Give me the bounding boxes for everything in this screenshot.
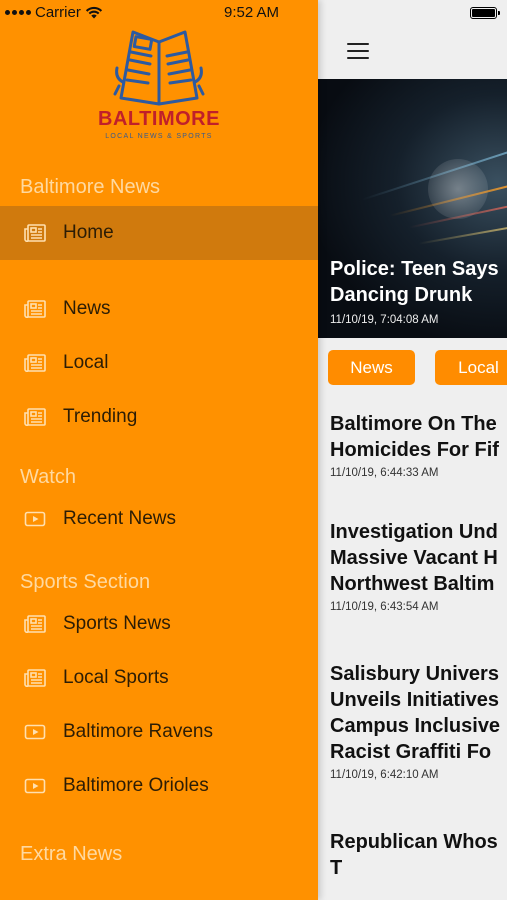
menu-item-label: Home (63, 222, 114, 243)
section-title-baltimore-news: Baltimore News (20, 176, 161, 198)
newspaper-icon (24, 354, 46, 372)
hero-date: 11/10/19, 7:04:08 AM (330, 314, 439, 326)
section-title-watch: Watch (20, 466, 76, 488)
logo-wordmark: BALTIMORE (98, 108, 220, 130)
article-date: 11/10/19, 6:42:10 AM (330, 769, 439, 781)
menu-item-label: Trending (63, 406, 138, 427)
article-item[interactable]: Investigation Und Massive Vacant H North… (318, 519, 507, 613)
category-chips: News Local (318, 338, 507, 395)
app-logo: BALTIMORE LOCAL NEWS & SPORTS (0, 26, 318, 156)
video-icon (24, 724, 46, 740)
menu-item-home[interactable]: Home (0, 206, 318, 260)
article-date: 11/10/19, 6:43:54 AM (330, 601, 439, 613)
article-item[interactable]: Republican Whos T (318, 829, 507, 881)
section-title-sports: Sports Section (20, 571, 151, 593)
menu-item-sports-news[interactable]: Sports News (0, 597, 318, 651)
video-icon (24, 511, 46, 527)
article-date: 11/10/19, 6:44:33 AM (330, 467, 439, 479)
newspaper-icon (24, 224, 46, 242)
signal-dots-icon (5, 10, 31, 15)
newspaper-reader-icon (113, 30, 205, 106)
article-title: Salisbury Univers Unveils Initiatives Ca… (330, 663, 501, 763)
battery-icon (470, 7, 500, 19)
main-content: Police: Teen Says Dancing Drunk 11/10/19… (318, 0, 507, 900)
menu-item-label: Baltimore Ravens (63, 721, 213, 742)
menu-item-label: Recent News (63, 508, 176, 529)
menu-item-local-sports[interactable]: Local Sports (0, 651, 318, 705)
menu-item-label: Local Sports (63, 667, 169, 688)
wifi-icon (85, 6, 102, 19)
article-item[interactable]: Baltimore On The Homicides For Fif 11/10… (318, 411, 507, 479)
newspaper-icon (24, 408, 46, 426)
status-bar: Carrier 9:52 AM (0, 0, 318, 26)
menu-item-label: News (63, 298, 111, 319)
hero-article[interactable]: Police: Teen Says Dancing Drunk 11/10/19… (318, 79, 507, 338)
menu-item-recent-news[interactable]: Recent News (0, 492, 318, 546)
side-drawer: Carrier 9:52 AM BALTIMORE LOCAL NEWS & S… (0, 0, 318, 900)
chip-news[interactable]: News (328, 350, 415, 385)
menu-item-trending[interactable]: Trending (0, 390, 318, 444)
article-title: Baltimore On The Homicides For Fif (330, 413, 499, 461)
video-icon (24, 778, 46, 794)
nav-bar (318, 26, 507, 79)
chip-local[interactable]: Local (435, 350, 507, 385)
status-bar-right (318, 0, 507, 26)
logo-tagline: LOCAL NEWS & SPORTS (105, 133, 213, 140)
newspaper-icon (24, 669, 46, 687)
hero-title: Police: Teen Says Dancing Drunk (330, 258, 499, 306)
menu-item-baltimore-orioles[interactable]: Baltimore Orioles (0, 759, 318, 813)
article-title: Investigation Und Massive Vacant H North… (330, 521, 498, 595)
menu-item-label: Local (63, 352, 109, 373)
menu-item-baltimore-ravens[interactable]: Baltimore Ravens (0, 705, 318, 759)
menu-item-local[interactable]: Local (0, 336, 318, 390)
menu-item-news[interactable]: News (0, 282, 318, 336)
newspaper-icon (24, 300, 46, 318)
newspaper-icon (24, 615, 46, 633)
section-title-extra-news: Extra News (20, 843, 123, 865)
article-title: Republican Whos T (330, 831, 498, 879)
hamburger-menu-icon[interactable] (347, 43, 369, 59)
menu-item-label: Sports News (63, 613, 171, 634)
status-time: 9:52 AM (224, 4, 280, 21)
carrier-label: Carrier (35, 4, 81, 21)
article-item[interactable]: Salisbury Univers Unveils Initiatives Ca… (318, 661, 507, 781)
menu-item-label: Baltimore Orioles (63, 775, 209, 796)
